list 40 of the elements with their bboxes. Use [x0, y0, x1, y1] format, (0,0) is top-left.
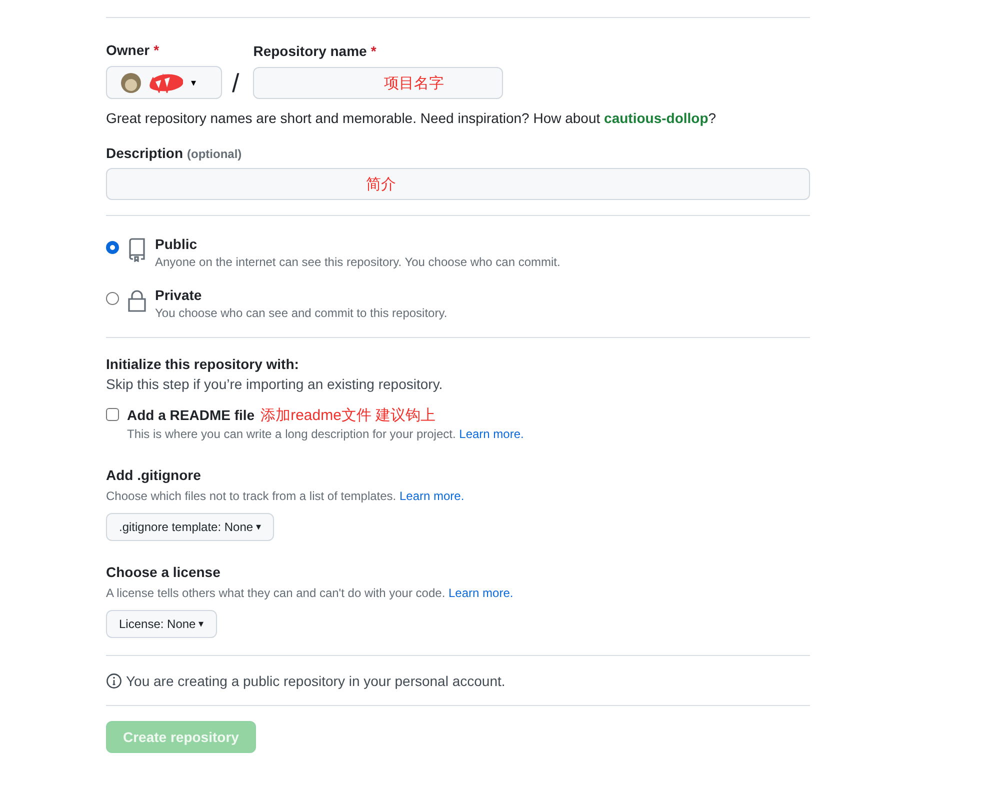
repo-icon [127, 238, 147, 262]
learn-more-link[interactable]: Learn more. [399, 489, 464, 503]
learn-more-link[interactable]: Learn more. [448, 586, 514, 600]
description-label: Description [106, 145, 184, 161]
learn-more-link[interactable]: Learn more. [459, 427, 524, 441]
avatar-icon [121, 72, 141, 92]
section-description: Choose which files not to track from a list of templates. Learn more. [106, 489, 466, 503]
caret-icon: ▾ [191, 76, 196, 88]
repo-name-label: Repository name [253, 43, 367, 59]
template-dropdown[interactable]: .gitignore template: None ▾ [106, 513, 274, 541]
annotation-text: 简介 [366, 175, 396, 194]
owner-dropdown[interactable]: ▾ [106, 66, 222, 99]
section-title: Choose a license [106, 564, 222, 580]
optional-note: (optional) [187, 147, 242, 161]
required-mark: * [154, 42, 160, 58]
radio-button[interactable] [106, 241, 119, 254]
repo-name-field[interactable]: 项目名字 [253, 67, 504, 99]
lock-icon [127, 289, 147, 313]
visibility-title: Public [155, 236, 198, 252]
section-title: Add .gitignore [106, 467, 202, 483]
readme-label: Add a README file [127, 407, 255, 423]
readme-description: This is where you can write a long description for your project. Learn more. [127, 427, 524, 441]
path-separator: / [231, 67, 240, 99]
section-description: Skip this step if you’re importing an existing repository. [106, 376, 444, 392]
annotation-text: 添加readme文件 建议钩上 [260, 406, 436, 425]
readme-checkbox[interactable] [106, 408, 119, 421]
template-dropdown[interactable]: License: None ▾ [106, 610, 217, 638]
section-description: A license tells others what they can and can't do with your code. Learn more. [106, 586, 514, 600]
annotation-text: 项目名字 [384, 74, 444, 93]
radio-button[interactable] [106, 292, 119, 305]
visibility-title: Private [155, 287, 203, 303]
required-mark: * [370, 43, 376, 59]
name-hint: Great repository names are short and memorable. Need inspiration? How about cautious-dollop? [106, 110, 718, 126]
description-field[interactable]: 简介 [106, 168, 810, 200]
visibility-description: You choose who can see and commit to this repository. [155, 306, 448, 320]
info-icon [106, 673, 122, 689]
section-title: Initialize this repository with: [106, 356, 300, 372]
owner-label: Owner [106, 42, 150, 58]
visibility-description: Anyone on the internet can see this repository. You choose who can commit. [155, 255, 560, 269]
notice-text: You are creating a public repository in your personal account. [126, 673, 506, 689]
